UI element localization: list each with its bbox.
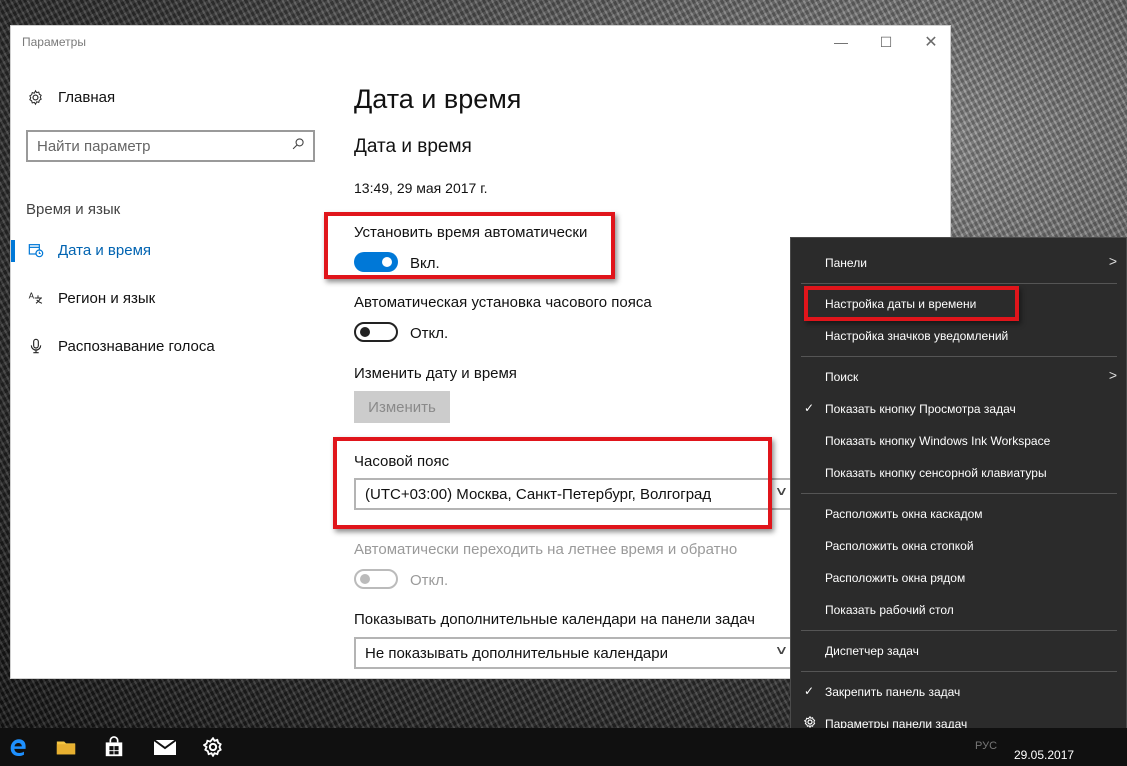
menu-item-label: Показать рабочий стол <box>825 603 954 617</box>
menu-item-label: Показать кнопку сенсорной клавиатуры <box>825 466 1047 480</box>
current-datetime: 13:49, 29 мая 2017 г. <box>354 180 488 196</box>
inactive-indicator <box>11 288 15 310</box>
language-icon: A <box>26 288 46 308</box>
store-icon[interactable] <box>99 732 129 762</box>
menu-item-side-by-side[interactable]: Расположить окна рядом <box>791 563 1127 593</box>
dst-label: Автоматически переходить на летнее время… <box>354 541 738 558</box>
menu-item-touch-keyboard-button[interactable]: Показать кнопку сенсорной клавиатуры <box>791 458 1127 488</box>
page-title: Дата и время <box>354 84 522 114</box>
gear-icon <box>26 88 44 106</box>
sidebar-item-label: Дата и время <box>58 241 152 259</box>
menu-item-task-view-button[interactable]: ✓ Показать кнопку Просмотра задач <box>791 394 1127 424</box>
minimize-button[interactable]: — <box>826 30 856 54</box>
sidebar-item-label: Распознавание голоса <box>58 337 215 355</box>
auto-timezone-toggle[interactable] <box>354 322 398 342</box>
menu-item-panels[interactable]: Панели > <box>791 248 1127 278</box>
menu-item-label: Закрепить панель задач <box>825 685 961 699</box>
menu-item-label: Расположить окна рядом <box>825 571 966 585</box>
maximize-button[interactable]: ☐ <box>871 30 901 54</box>
menu-item-label: Показать кнопку Просмотра задач <box>825 402 1016 416</box>
toggle-knob <box>360 327 370 337</box>
chevron-down-icon: ∨ <box>774 643 789 657</box>
chevron-right-icon: > <box>1108 253 1117 269</box>
maximize-icon: ☐ <box>879 33 893 50</box>
menu-separator <box>801 356 1117 357</box>
sidebar-item-speech[interactable]: Распознавание голоса <box>11 329 331 363</box>
menu-item-cascade-windows[interactable]: Расположить окна каскадом <box>791 499 1127 529</box>
change-datetime-label: Изменить дату и время <box>354 365 517 382</box>
section-title: Дата и время <box>354 136 472 157</box>
edge-icon[interactable] <box>3 732 33 762</box>
sidebar-item-region-language[interactable]: A Регион и язык <box>11 281 331 315</box>
menu-item-show-desktop[interactable]: Показать рабочий стол <box>791 595 1127 625</box>
tray-language[interactable]: РУС <box>975 740 997 752</box>
mail-icon[interactable] <box>150 732 180 762</box>
menu-item-stack-windows[interactable]: Расположить окна стопкой <box>791 531 1127 561</box>
annotation-box-auto-time <box>324 212 615 279</box>
menu-separator <box>801 493 1117 494</box>
menu-item-search[interactable]: Поиск > <box>791 362 1127 392</box>
gear-icon[interactable] <box>198 732 228 762</box>
menu-separator <box>801 671 1117 672</box>
calendars-value: Не показывать дополнительные календари <box>365 644 668 662</box>
close-button[interactable]: ✕ <box>916 30 946 54</box>
chevron-down-icon: ∨ <box>774 484 789 498</box>
menu-item-ink-workspace-button[interactable]: Показать кнопку Windows Ink Workspace <box>791 426 1127 456</box>
close-icon: ✕ <box>924 34 938 51</box>
calendars-select[interactable]: Не показывать дополнительные календари ∨ <box>354 637 794 669</box>
inactive-indicator <box>11 336 15 358</box>
taskbar: РУС 29.05.2017 <box>0 728 1127 766</box>
menu-item-label: Расположить окна каскадом <box>825 507 983 521</box>
menu-item-lock-taskbar[interactable]: ✓ Закрепить панель задач <box>791 677 1127 707</box>
menu-separator <box>801 283 1117 284</box>
menu-item-label: Показать кнопку Windows Ink Workspace <box>825 434 1051 448</box>
svg-text:A: A <box>29 292 35 301</box>
search-input[interactable] <box>28 137 283 155</box>
auto-timezone-state: Откл. <box>410 325 449 342</box>
minimize-icon: — <box>834 34 848 50</box>
microphone-icon <box>26 336 46 356</box>
sidebar-item-date-time[interactable]: Дата и время <box>11 233 331 267</box>
checkmark-icon: ✓ <box>804 401 815 415</box>
calendars-label: Показывать дополнительные календари на п… <box>354 611 755 628</box>
change-datetime-button[interactable]: Изменить <box>354 391 450 423</box>
folder-icon[interactable] <box>51 732 81 762</box>
menu-item-label: Поиск <box>825 370 859 384</box>
checkmark-icon: ✓ <box>804 684 815 698</box>
sidebar-item-label: Регион и язык <box>58 289 156 307</box>
menu-item-label: Панели <box>825 256 867 270</box>
search-icon[interactable] <box>292 137 305 153</box>
annotation-box-date-time-settings <box>804 286 1019 321</box>
menu-item-label: Диспетчер задач <box>825 644 919 658</box>
toggle-knob <box>360 574 370 584</box>
menu-separator <box>801 630 1117 631</box>
home-label: Главная <box>58 88 116 106</box>
home-link[interactable]: Главная <box>26 88 115 106</box>
sidebar-section-label: Время и язык <box>26 201 121 218</box>
auto-timezone-label: Автоматическая установка часового пояса <box>354 294 652 311</box>
search-box[interactable] <box>26 130 315 162</box>
annotation-box-timezone <box>333 437 772 529</box>
dst-toggle[interactable] <box>354 569 398 589</box>
menu-item-notification-icons[interactable]: Настройка значков уведомлений <box>791 321 1127 351</box>
menu-item-task-manager[interactable]: Диспетчер задач <box>791 636 1127 666</box>
calendar-clock-icon <box>26 240 46 260</box>
chevron-right-icon: > <box>1108 367 1117 383</box>
window-title: Параметры <box>22 35 86 49</box>
active-indicator <box>11 240 15 262</box>
tray-date[interactable]: 29.05.2017 <box>1014 748 1074 762</box>
menu-item-label: Настройка значков уведомлений <box>825 329 1009 343</box>
dst-state: Откл. <box>410 572 449 589</box>
menu-item-label: Расположить окна стопкой <box>825 539 974 553</box>
